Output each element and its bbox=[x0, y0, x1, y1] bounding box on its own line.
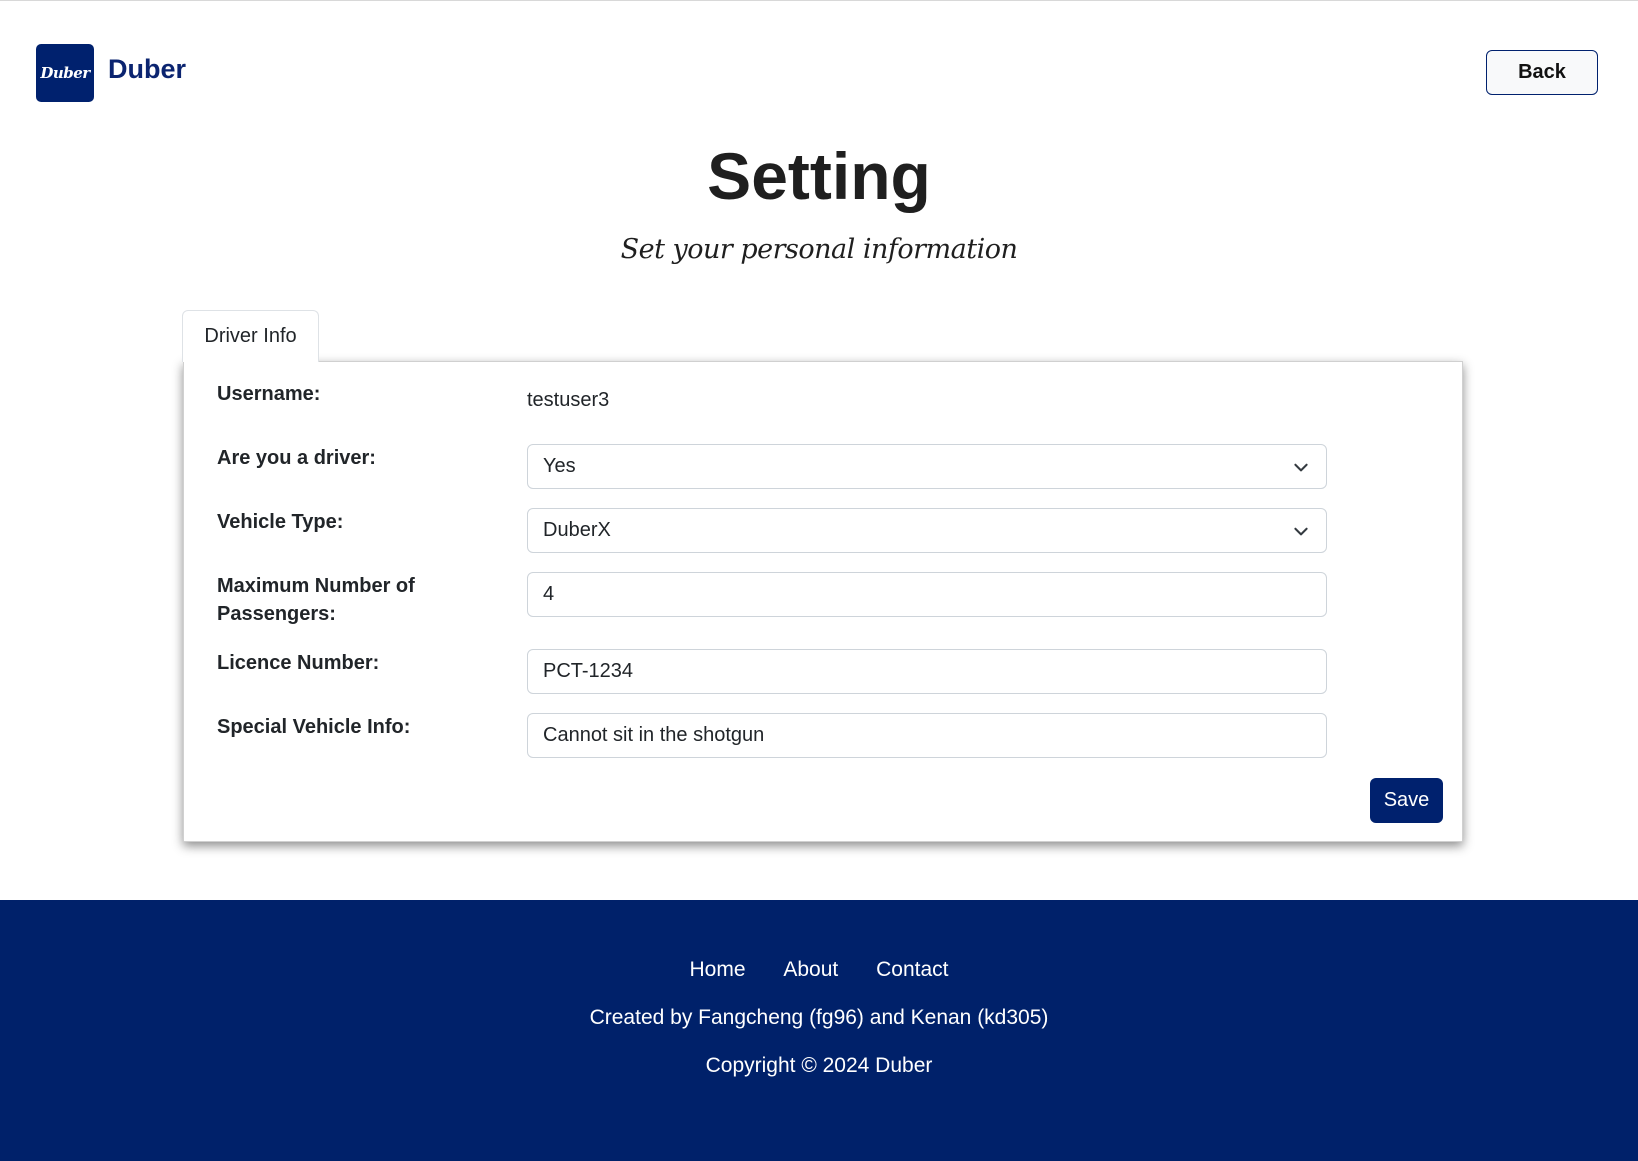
driver-select[interactable]: Yes bbox=[527, 444, 1327, 489]
special-info-input[interactable] bbox=[527, 713, 1327, 758]
chevron-down-icon bbox=[1294, 527, 1308, 536]
page-subtitle: Set your personal information bbox=[620, 234, 1018, 265]
back-button[interactable]: Back bbox=[1486, 50, 1598, 95]
max-passengers-input[interactable] bbox=[527, 572, 1327, 617]
chevron-down-icon bbox=[1294, 463, 1308, 472]
footer-credit: Created by Fangcheng (fg96) and Kenan (k… bbox=[589, 1006, 1049, 1029]
footer-link-about[interactable]: About bbox=[783, 958, 838, 981]
header: Duber Duber Back bbox=[0, 0, 1638, 130]
footer-links: Home About Contact bbox=[0, 958, 1638, 982]
footer-link-home[interactable]: Home bbox=[690, 958, 746, 981]
footer-copyright: Copyright © 2024 Duber bbox=[705, 1054, 933, 1077]
max-passengers-field[interactable] bbox=[543, 583, 1311, 606]
licence-field[interactable] bbox=[543, 660, 1311, 683]
save-button[interactable]: Save bbox=[1370, 778, 1443, 823]
vehicle-type-label: Vehicle Type: bbox=[217, 511, 344, 533]
special-info-label: Special Vehicle Info: bbox=[217, 716, 411, 738]
username-label: Username: bbox=[217, 383, 321, 405]
licence-input[interactable] bbox=[527, 649, 1327, 694]
footer-link-contact[interactable]: Contact bbox=[876, 958, 948, 981]
max-passengers-label: Maximum Number of Passengers: bbox=[217, 575, 415, 625]
page-title: Setting bbox=[707, 139, 931, 213]
footer: Home About Contact Created by Fangcheng … bbox=[0, 900, 1638, 1161]
logo-text: Duber bbox=[40, 64, 90, 82]
brand-name[interactable]: Duber bbox=[108, 54, 186, 85]
driver-select-value: Yes bbox=[543, 455, 576, 477]
driver-info-card: Username: testuser3 Are you a driver: Ye… bbox=[183, 361, 1463, 842]
logo[interactable]: Duber bbox=[36, 44, 94, 102]
licence-label: Licence Number: bbox=[217, 652, 380, 674]
tab-driver-info[interactable]: Driver Info bbox=[182, 310, 319, 362]
driver-label: Are you a driver: bbox=[217, 447, 376, 469]
special-info-field[interactable] bbox=[543, 724, 1311, 747]
vehicle-type-select[interactable]: DuberX bbox=[527, 508, 1327, 553]
username-value: testuser3 bbox=[527, 389, 610, 411]
vehicle-type-value: DuberX bbox=[543, 519, 611, 541]
